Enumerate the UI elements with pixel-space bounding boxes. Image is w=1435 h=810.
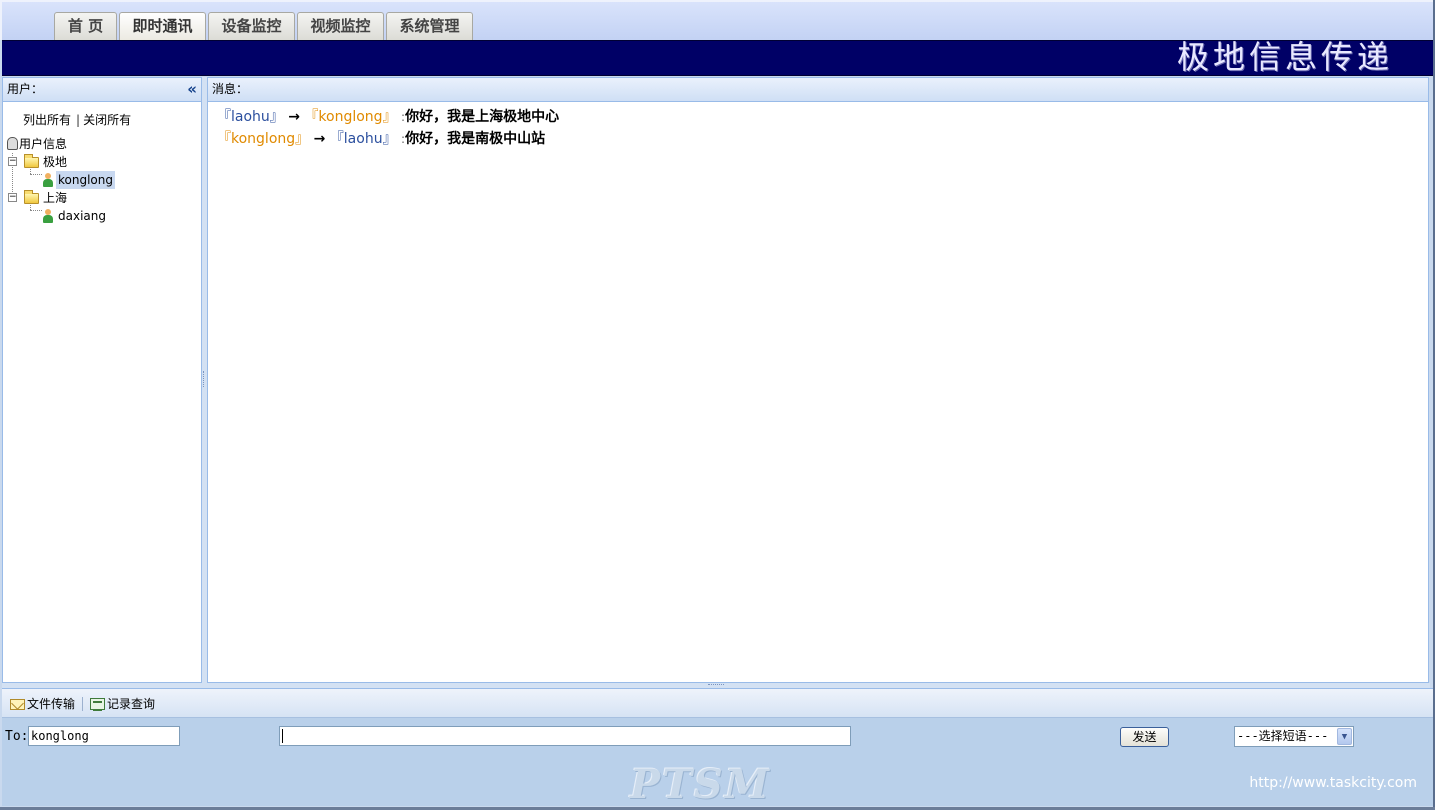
message-text: 你好，我是上海极地中心 [405,109,560,125]
text-caret [282,729,283,743]
toolbar-separator [82,697,83,711]
user-icon [42,209,54,223]
group-label: 上海 [43,191,68,205]
top-navigation: 首 页 即时通讯 设备监控 视频监控 系统管理 [0,0,1435,40]
chevron-down-icon[interactable]: ▼ [1337,728,1352,745]
banner-title: 极地信息传递 [1176,38,1393,76]
tab-video-monitoring[interactable]: 视频监控 [297,12,384,40]
record-query-label: 记录查询 [107,697,156,711]
phrase-select-value: ---选择短语--- [1237,729,1329,743]
message-sender: 『laohu』 [217,109,284,125]
message-item: 『laohu』 → 『konglong』 :你好，我是上海极地中心 [217,106,559,128]
message-recipient: 『konglong』 [304,109,397,125]
message-arrow: → [288,109,300,125]
table-icon [90,698,105,711]
compose-area: 文件传输 记录查询 To: konglong 发送 ---选择短语--- ▼ P… [2,688,1433,806]
file-transfer-label: 文件传输 [27,697,76,711]
group-label: 极地 [43,155,68,169]
compose-toolbar: 文件传输 记录查询 [2,689,1433,718]
envelope-icon [10,699,25,710]
collapse-left-icon[interactable]: « [187,78,197,100]
record-query-button[interactable]: 记录查询 [90,695,155,712]
tree-group-polar[interactable]: − 极地 [7,153,187,171]
splitter-grip-icon [708,684,724,687]
user-label: daxiang [58,209,106,223]
header-banner: 极地信息传递 [2,38,1435,76]
folder-open-icon [24,190,39,204]
messages-panel-title: 消息： [212,82,249,96]
user-tree: 用户信息 − 极地 konglong − 上海 daxiang [7,135,187,225]
tree-group-shanghai[interactable]: − 上海 [7,189,187,207]
user-info-icon [7,137,18,150]
user-icon [42,173,54,187]
tree-root-label: 用户信息 [19,137,68,151]
footer-url: http://www.taskcity.com [1249,775,1417,791]
link-separator: | [76,113,81,127]
folder-open-icon [24,154,39,168]
phrase-select[interactable]: ---选择短语--- ▼ [1234,726,1354,747]
tab-home[interactable]: 首 页 [54,12,117,40]
message-recipient: 『laohu』 [329,131,397,147]
message-arrow: → [313,131,326,147]
splitter-grip-icon [203,371,206,387]
collapse-node-icon[interactable]: − [8,157,17,166]
file-transfer-button[interactable]: 文件传输 [10,695,75,712]
close-all-link[interactable]: 关闭所有 [83,113,131,127]
to-label: To: [5,729,29,744]
tree-root[interactable]: 用户信息 [7,135,187,153]
users-panel-title: 用户： [7,82,44,96]
users-panel-header: 用户： « [3,78,201,102]
ptsm-watermark: PTSM [630,761,772,808]
user-links: 列出所有 | 关闭所有 [23,111,131,128]
messages-panel: 消息： 『laohu』 → 『konglong』 :你好，我是上海极地中心 『k… [207,77,1429,683]
message-input[interactable] [279,726,851,746]
tab-device-monitoring[interactable]: 设备监控 [208,12,295,40]
send-button[interactable]: 发送 [1120,727,1169,747]
tree-user-daxiang[interactable]: daxiang [7,207,187,225]
collapse-node-icon[interactable]: − [8,193,17,202]
message-list: 『laohu』 → 『konglong』 :你好，我是上海极地中心 『kongl… [217,106,559,150]
messages-panel-header: 消息： [208,78,1428,102]
recipient-input[interactable]: konglong [28,726,180,746]
tab-instant-messaging[interactable]: 即时通讯 [119,12,206,40]
user-label: konglong [56,171,115,189]
tab-system-management[interactable]: 系统管理 [386,12,473,40]
users-panel: 用户： « 列出所有 | 关闭所有 用户信息 − 极地 konglong − 上海 [2,77,202,683]
list-all-link[interactable]: 列出所有 [23,113,71,127]
message-sender: 『konglong』 [217,131,310,147]
message-text: 你好，我是南极中山站 [405,131,546,147]
message-item: 『konglong』 → 『laohu』 :你好，我是南极中山站 [217,128,559,150]
tree-user-konglong[interactable]: konglong [7,171,187,189]
